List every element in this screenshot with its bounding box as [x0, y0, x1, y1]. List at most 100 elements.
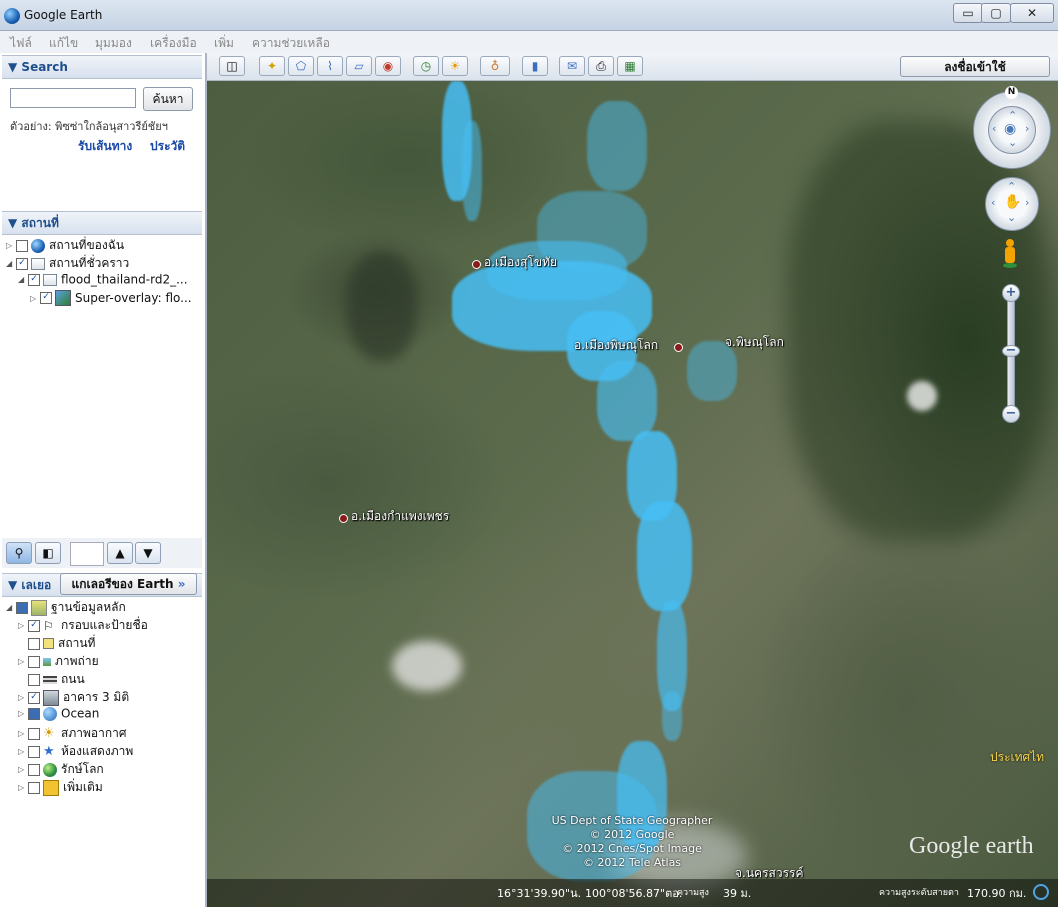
tree-item-my-places[interactable]: ▷ สถานที่ของฉัน	[6, 236, 124, 254]
place-marker[interactable]	[674, 343, 683, 352]
move-up-button[interactable]: ▲	[107, 542, 133, 564]
checkbox[interactable]	[16, 601, 28, 614]
checkbox[interactable]	[16, 239, 28, 252]
ruler-button[interactable]: ▮	[522, 56, 548, 76]
collapse-icon[interactable]: ◢	[6, 603, 16, 612]
checkbox[interactable]: ✓	[28, 619, 40, 632]
checkbox[interactable]	[28, 655, 40, 668]
zoom-in-button[interactable]: +	[1002, 284, 1020, 302]
move-control[interactable]: ⌃ ‹ › ⌄ ✋	[985, 177, 1039, 231]
expand-icon[interactable]: ▷	[18, 729, 28, 738]
compass-north[interactable]: N	[1005, 86, 1018, 99]
arrow-right-icon[interactable]: ›	[1025, 196, 1029, 209]
expand-icon[interactable]: ▷	[18, 621, 28, 630]
expand-icon[interactable]: ▷	[18, 765, 28, 774]
expand-icon[interactable]: ▷	[18, 747, 28, 756]
menu-view[interactable]: มุมมอง	[95, 34, 132, 53]
sunlight-button[interactable]: ☀	[442, 56, 468, 76]
checkbox[interactable]	[28, 727, 40, 740]
checkbox[interactable]	[28, 637, 40, 650]
label-kamphaeng-phet[interactable]: อ.เมืองกำแพงเพชร	[351, 507, 449, 526]
layer-primary-database[interactable]: ◢ ฐานข้อมูลหลัก	[6, 598, 126, 616]
arrow-down-icon[interactable]: ⌄	[1007, 211, 1016, 224]
expand-icon[interactable]: ▷	[30, 294, 40, 303]
layer-gallery[interactable]: ▷ ★ ห้องแสดงภาพ	[18, 742, 133, 760]
layer-global-awareness[interactable]: ▷ รักษ์โลก	[18, 760, 104, 778]
sign-in-button[interactable]: ลงชื่อเข้าใช้	[900, 56, 1050, 77]
collapse-icon[interactable]: ◢	[18, 275, 28, 284]
expand-icon[interactable]: ▷	[18, 783, 28, 792]
add-image-overlay-button[interactable]: ▱	[346, 56, 372, 76]
checkbox[interactable]	[28, 673, 40, 686]
arrow-up-icon[interactable]: ⌃	[1007, 180, 1016, 193]
minimize-button[interactable]: ▭	[953, 3, 983, 23]
checkbox[interactable]	[28, 763, 40, 776]
look-joystick[interactable]: ⌃ ‹ › ⌄ ◉	[988, 106, 1036, 154]
arrow-right-icon[interactable]: ›	[1025, 122, 1029, 135]
view-in-maps-button[interactable]: ▦	[617, 56, 643, 76]
menu-tools[interactable]: เครื่องมือ	[150, 34, 197, 53]
zoom-handle[interactable]: −	[1002, 344, 1020, 357]
menu-add[interactable]: เพิ่ม	[214, 34, 234, 53]
expand-icon[interactable]: ▷	[18, 657, 28, 666]
planets-button[interactable]: ♁	[480, 56, 510, 76]
layer-roads[interactable]: ถนน	[18, 670, 85, 688]
map-view[interactable]: อ.เมืองสุโขทัย อ.เมืองพิษณุโลก จ.พิษณุโล…	[207, 81, 1058, 907]
checkbox[interactable]	[28, 745, 40, 758]
layer-weather[interactable]: ▷ ☀ สภาพอากาศ	[18, 724, 126, 742]
sidebar-toggle-button[interactable]: ◫	[219, 56, 245, 76]
tree-item-super-overlay[interactable]: ▷ ✓ Super-overlay: flo...	[30, 290, 192, 308]
checkbox[interactable]: ✓	[40, 292, 52, 304]
label-sukhothai[interactable]: อ.เมืองสุโขทัย	[484, 253, 557, 272]
menu-help[interactable]: ความช่วยเหลือ	[252, 34, 330, 53]
search-places-button[interactable]: ⚲	[6, 542, 32, 564]
print-button[interactable]: ⎙	[588, 56, 614, 76]
menu-edit[interactable]: แก้ไข	[49, 34, 78, 53]
email-button[interactable]: ✉	[559, 56, 585, 76]
maximize-button[interactable]: ▢	[981, 3, 1011, 23]
arrow-left-icon[interactable]: ‹	[992, 122, 996, 135]
search-panel-header[interactable]: ▼ Search	[2, 55, 202, 79]
label-phitsanulok-district[interactable]: อ.เมืองพิษณุโลก	[574, 336, 658, 355]
zoom-out-button[interactable]: −	[1002, 405, 1020, 423]
label-phitsanulok-province[interactable]: จ.พิษณุโลก	[725, 333, 784, 352]
move-down-button[interactable]: ▼	[135, 542, 161, 564]
checkbox[interactable]	[28, 781, 40, 794]
collapse-icon[interactable]: ◢	[6, 259, 16, 268]
expand-icon[interactable]: ▷	[18, 709, 28, 718]
place-marker[interactable]	[339, 514, 348, 523]
layer-more[interactable]: ▷ เพิ่มเติม	[18, 778, 103, 796]
look-control[interactable]: N ⌃ ‹ › ⌄ ◉	[973, 86, 1051, 169]
close-button[interactable]: ✕	[1010, 3, 1054, 23]
toggle-panel-button[interactable]: ◧	[35, 542, 61, 564]
checkbox[interactable]: ✓	[28, 273, 40, 286]
arrow-down-icon[interactable]: ⌄	[1008, 136, 1017, 149]
add-placemark-button[interactable]: ✦	[259, 56, 285, 76]
layer-places[interactable]: สถานที่	[18, 634, 95, 652]
search-input[interactable]	[10, 88, 136, 108]
layer-3d-buildings[interactable]: ▷ ✓ อาคาร 3 มิติ	[18, 688, 129, 706]
get-directions-link[interactable]: รับเส้นทาง	[78, 137, 132, 156]
menu-file[interactable]: ไฟล์	[10, 34, 32, 53]
arrow-left-icon[interactable]: ‹	[991, 196, 995, 209]
checkbox[interactable]: ✓	[28, 691, 40, 704]
checkbox[interactable]	[28, 707, 40, 720]
expand-icon[interactable]: ▷	[18, 693, 28, 702]
checkbox[interactable]: ✓	[16, 257, 28, 270]
expand-icon[interactable]: ▷	[6, 241, 16, 250]
history-link[interactable]: ประวัติ	[150, 137, 185, 156]
places-filter-field[interactable]	[70, 542, 104, 566]
search-button[interactable]: ค้นหา	[143, 87, 193, 111]
add-polygon-button[interactable]: ⬠	[288, 56, 314, 76]
add-path-button[interactable]: ⌇	[317, 56, 343, 76]
earth-gallery-button[interactable]: แกเลอรีของ Earth »	[60, 573, 197, 595]
street-view-pegman[interactable]	[1003, 239, 1017, 269]
historical-imagery-button[interactable]: ◷	[413, 56, 439, 76]
places-panel-header[interactable]: ▼ สถานที่	[2, 211, 202, 235]
place-marker[interactable]	[472, 260, 481, 269]
layer-photos[interactable]: ▷ ภาพถ่าย	[18, 652, 99, 670]
tree-item-temporary-places[interactable]: ◢ ✓ สถานที่ชั่วคราว	[6, 254, 129, 272]
tree-item-flood-kml[interactable]: ◢ ✓ flood_thailand-rd2_...	[18, 272, 188, 290]
layer-borders-labels[interactable]: ▷ ✓ ⚐ กรอบและป้ายชื่อ	[18, 616, 148, 634]
layer-ocean[interactable]: ▷ Ocean	[18, 706, 99, 724]
